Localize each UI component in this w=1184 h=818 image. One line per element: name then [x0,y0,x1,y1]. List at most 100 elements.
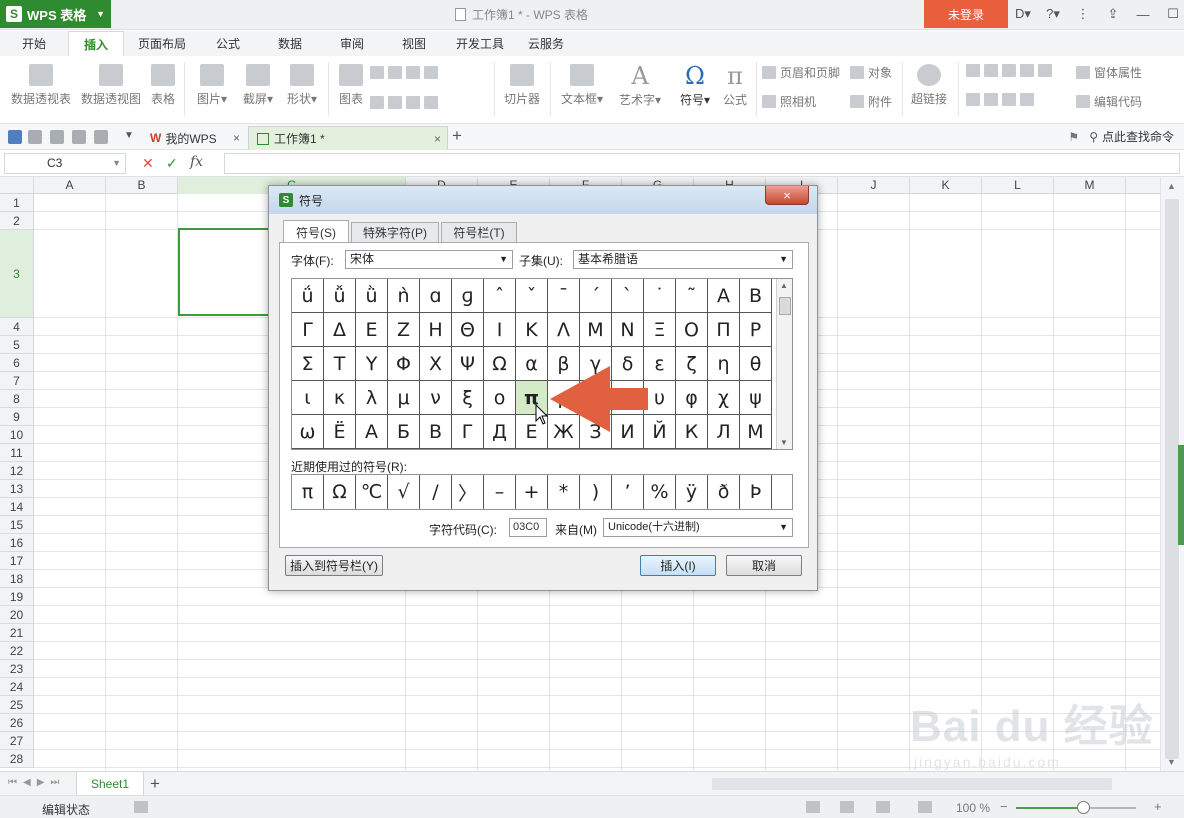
scroll-down-icon[interactable]: ▼ [780,438,788,447]
symbol-cell[interactable]: Д [484,415,516,449]
insert-button[interactable]: 插入(I) [640,555,716,576]
symbol-cell[interactable]: Τ [324,347,356,381]
symbol-cell[interactable]: Ξ [644,313,676,347]
symbol-cell[interactable]: М [740,415,772,449]
row-header-4[interactable]: 4 [0,318,34,336]
shape-button[interactable]: 形状▾ [282,64,322,107]
insert-function-button[interactable]: fx [190,154,203,170]
undo-icon[interactable] [72,130,86,144]
window-props-button[interactable]: 窗体属性 [1076,64,1142,81]
skin-icon[interactable]: D▾ [1008,0,1038,28]
horizontal-scrollbar[interactable] [712,778,1112,790]
font-select[interactable]: 宋体 ▼ [345,250,513,269]
symbol-cell[interactable]: Ν [612,313,644,347]
close-tab-icon[interactable]: × [233,131,240,145]
chart-types-row1[interactable] [370,66,442,79]
symbol-cell[interactable]: В [420,415,452,449]
symbol-cell[interactable]: А [356,415,388,449]
screenshot-button[interactable]: 截屏▾ [236,64,280,107]
doc-tab-my-wps[interactable]: W 我的WPS × [142,126,246,150]
row-header-22[interactable]: 22 [0,642,34,660]
symbol-cell[interactable]: ω [292,415,324,449]
symbol-cell[interactable]: К [676,415,708,449]
selected-cell-c3[interactable] [178,228,272,316]
symbol-cell[interactable]: ǘ [292,279,324,313]
symbol-cell[interactable]: Η [420,313,452,347]
cancel-button[interactable]: 取消 [726,555,802,576]
recent-symbol-cell[interactable]: ÿ [676,475,708,509]
symbol-cell[interactable]: χ [708,381,740,415]
column-header-a[interactable]: A [34,177,106,194]
tab-review[interactable]: 审阅 [328,31,376,56]
wps-app-menu[interactable]: S WPS 表格 ▼ [0,0,111,28]
hyperlink-button[interactable]: 超链接 [908,64,950,107]
scroll-up-icon[interactable]: ▲ [1167,181,1176,191]
symbol-button[interactable]: Ω 符号▾ [674,64,716,108]
scroll-thumb[interactable] [1165,199,1179,759]
feedback-icon[interactable]: ⚑ [1068,130,1079,144]
freeze-icon[interactable] [876,801,890,813]
symbol-cell[interactable]: ˋ [612,279,644,313]
redo-icon[interactable] [94,130,108,144]
recent-symbol-cell[interactable]: Þ [740,475,772,509]
row-header-26[interactable]: 26 [0,714,34,732]
symbol-cell[interactable]: Υ [356,347,388,381]
add-to-symbol-bar-button[interactable]: 插入到符号栏(Y) [285,555,383,576]
symbol-cell[interactable]: Ё [324,415,356,449]
wordart-button[interactable]: A 艺术字▾ [614,64,666,108]
camera-button[interactable]: 照相机 [762,93,816,110]
normal-view-icon[interactable] [806,801,820,813]
row-header-10[interactable]: 10 [0,426,34,444]
tab-special-char[interactable]: 特殊字符(P) [351,222,439,242]
form-controls-row1[interactable] [966,64,1056,77]
symbol-cell[interactable]: ɑ [420,279,452,313]
symbol-cell[interactable]: ν [420,381,452,415]
recent-symbol-cell[interactable]: π [292,475,324,509]
maximize-icon[interactable]: ☐ [1158,0,1184,28]
symbol-cell[interactable]: ˇ [516,279,548,313]
reading-mode-icon[interactable] [918,801,932,813]
recent-symbol-cell[interactable]: % [644,475,676,509]
symbol-cell[interactable]: Σ [292,347,324,381]
symbol-cell[interactable]: ˜ [676,279,708,313]
row-header-11[interactable]: 11 [0,444,34,462]
tab-cloud[interactable]: 云服务 [518,31,574,56]
symbol-cell[interactable]: Μ [580,313,612,347]
table-button[interactable]: 表格 [146,64,180,107]
symbol-cell[interactable]: Ρ [740,313,772,347]
char-code-input[interactable]: 03C0 [509,518,547,537]
symbol-cell[interactable]: ξ [452,381,484,415]
symbol-cell[interactable]: ɡ [452,279,484,313]
symbol-cell[interactable]: η [708,347,740,381]
tab-developer[interactable]: 开发工具 [448,31,512,56]
row-header-14[interactable]: 14 [0,498,34,516]
recent-symbol-cell[interactable]: ℃ [356,475,388,509]
symbol-cell[interactable]: Γ [292,313,324,347]
zoom-knob[interactable] [1077,801,1090,814]
zoom-in-icon[interactable]: + [1154,799,1162,814]
row-header-15[interactable]: 15 [0,516,34,534]
row-header-28[interactable]: 28 [0,750,34,768]
tab-start[interactable]: 开始 [10,31,58,56]
row-header-13[interactable]: 13 [0,480,34,498]
row-header-6[interactable]: 6 [0,354,34,372]
recent-symbol-cell[interactable]: 〉 [452,475,484,509]
symbol-cell[interactable]: Б [388,415,420,449]
tab-view[interactable]: 视图 [390,31,438,56]
column-header-m[interactable]: M [1054,177,1126,194]
recent-symbol-cell[interactable]: ’ [612,475,644,509]
symbol-cell[interactable]: Π [708,313,740,347]
subset-select[interactable]: 基本希腊语 ▼ [573,250,793,269]
symbol-cell[interactable]: Β [740,279,772,313]
symbol-cell[interactable]: ǜ [356,279,388,313]
row-header-9[interactable]: 9 [0,408,34,426]
column-header-l[interactable]: L [982,177,1054,194]
command-search[interactable]: ⚑ ⚲ 点此查找命令 [1068,128,1174,145]
symbol-cell[interactable]: ι [292,381,324,415]
scroll-down-icon[interactable]: ▼ [1167,757,1176,767]
doc-tab-workbook[interactable]: 工作簿1 * × [248,126,448,150]
row-header-7[interactable]: 7 [0,372,34,390]
row-header-18[interactable]: 18 [0,570,34,588]
row-header-3[interactable]: 3 [0,230,34,318]
add-sheet-button[interactable]: + [150,774,160,794]
